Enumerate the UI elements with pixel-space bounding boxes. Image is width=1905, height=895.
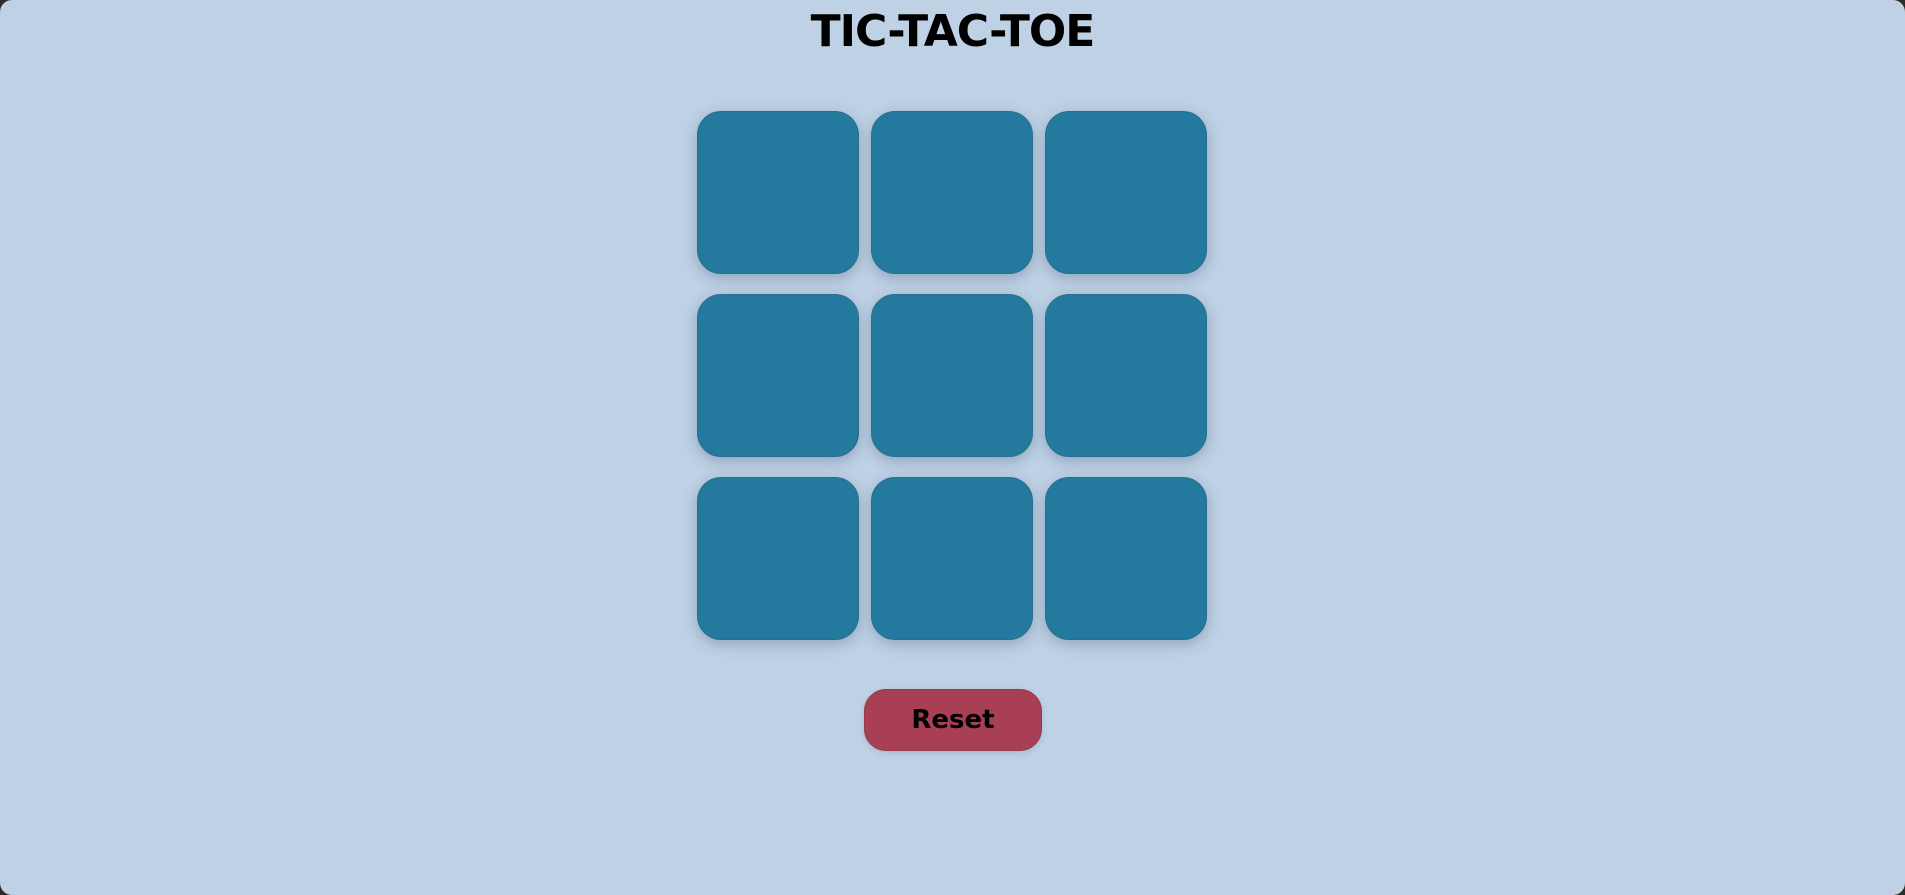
reset-button[interactable]: Reset <box>864 689 1042 751</box>
board-cell-3[interactable] <box>1045 111 1207 274</box>
board-cell-2[interactable] <box>871 111 1033 274</box>
game-board <box>697 111 1209 641</box>
game-page: TIC-TAC-TOE Reset <box>0 0 1905 895</box>
board-cell-9[interactable] <box>1045 477 1207 640</box>
board-cell-4[interactable] <box>697 294 859 457</box>
board-cell-8[interactable] <box>871 477 1033 640</box>
board-cell-6[interactable] <box>1045 294 1207 457</box>
board-cell-7[interactable] <box>697 477 859 640</box>
game-title: TIC-TAC-TOE <box>810 6 1096 57</box>
board-cell-5[interactable] <box>871 294 1033 457</box>
board-cell-1[interactable] <box>697 111 859 274</box>
